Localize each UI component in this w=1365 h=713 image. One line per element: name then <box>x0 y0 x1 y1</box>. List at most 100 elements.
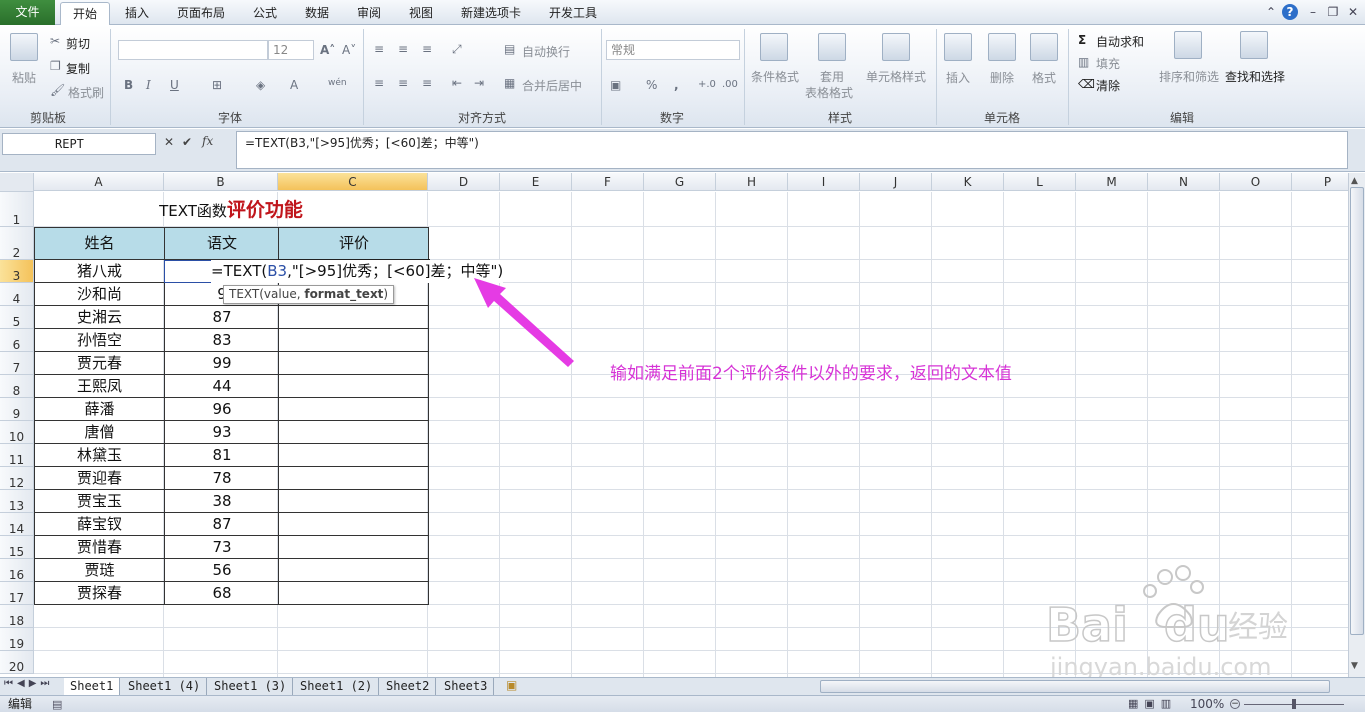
decrease-decimal-icon[interactable]: .00 <box>722 77 738 93</box>
format-painter-button[interactable]: 格式刷 <box>68 84 104 101</box>
currency-icon[interactable]: ▣ <box>610 77 621 93</box>
paste-icon[interactable] <box>10 33 38 61</box>
row-header[interactable]: 13 <box>0 490 34 513</box>
table-cell[interactable] <box>279 513 429 536</box>
formula-input[interactable]: =TEXT(B3,"[>95]优秀；[<60]差；中等") <box>236 131 1348 169</box>
shrink-font-icon[interactable]: A˅ <box>342 42 356 58</box>
column-header[interactable]: J <box>860 173 932 191</box>
sheet-title[interactable]: TEXT函数评价功能 <box>34 192 428 227</box>
find-select-icon[interactable] <box>1240 31 1268 59</box>
align-center-icon[interactable]: ≡ <box>398 75 408 91</box>
sheet-nav-icons[interactable]: ⏮◀▶⏭ <box>4 678 53 689</box>
sort-filter-button[interactable]: 排序和筛选 <box>1159 68 1219 85</box>
increase-indent-icon[interactable]: ⇥ <box>474 75 484 91</box>
column-header[interactable]: C <box>278 173 428 191</box>
collapse-ribbon-icon[interactable]: ⌃ <box>1262 4 1280 20</box>
column-header[interactable]: E <box>500 173 572 191</box>
column-header[interactable]: N <box>1148 173 1220 191</box>
sheet-tab[interactable]: Sheet1 (3) <box>208 678 294 695</box>
paste-button[interactable]: 粘贴 <box>12 69 36 86</box>
delete-cells-button[interactable]: 删除 <box>990 69 1014 86</box>
column-header[interactable]: L <box>1004 173 1076 191</box>
cell-styles-button[interactable]: 单元格样式 <box>866 68 926 85</box>
row-header[interactable]: 12 <box>0 467 34 490</box>
column-header[interactable]: B <box>164 173 278 191</box>
phonetic-icon[interactable]: wén <box>328 75 347 91</box>
comma-button[interactable]: , <box>674 77 679 93</box>
tab-home[interactable]: 开始 <box>60 2 110 26</box>
confirm-entry-icon[interactable]: ✔ <box>182 135 192 149</box>
horizontal-scrollbar[interactable] <box>820 680 1330 693</box>
tab-file[interactable]: 文件 <box>0 0 55 25</box>
format-table-button-line2[interactable]: 表格格式 <box>805 84 853 101</box>
insert-cells-icon[interactable] <box>944 33 972 61</box>
column-header[interactable]: O <box>1220 173 1292 191</box>
table-cell[interactable] <box>279 559 429 582</box>
table-cell[interactable] <box>279 490 429 513</box>
view-mode-icons[interactable]: ▦▣▥ <box>1128 696 1177 712</box>
sheet-tab[interactable]: Sheet1 <box>64 678 121 695</box>
minimize-icon[interactable]: – <box>1304 4 1322 20</box>
tab-view[interactable]: 视图 <box>400 2 442 25</box>
table-cell[interactable] <box>279 536 429 559</box>
table-cell[interactable] <box>279 306 429 329</box>
format-cells-button[interactable]: 格式 <box>1032 69 1056 86</box>
table-cell[interactable] <box>279 421 429 444</box>
tab-developer[interactable]: 开发工具 <box>540 2 606 25</box>
align-right-icon[interactable]: ≡ <box>422 75 432 91</box>
autosum-button[interactable]: 自动求和 <box>1096 33 1144 50</box>
zoom-slider-handle[interactable] <box>1292 699 1296 709</box>
number-format-select[interactable]: 常规 <box>606 40 740 60</box>
align-middle-icon[interactable]: ≡ <box>398 41 408 57</box>
table-cell[interactable] <box>279 375 429 398</box>
align-bottom-icon[interactable]: ≡ <box>422 41 432 57</box>
border-icon[interactable]: ⊞ <box>212 77 222 93</box>
row-header[interactable]: 17 <box>0 582 34 605</box>
row-header[interactable]: 7 <box>0 352 34 375</box>
table-cell[interactable] <box>279 467 429 490</box>
tab-formulas[interactable]: 公式 <box>244 2 286 25</box>
zoom-level[interactable]: 100% <box>1190 696 1224 712</box>
row-header[interactable]: 20 <box>0 651 34 674</box>
tab-data[interactable]: 数据 <box>296 2 338 25</box>
row-header[interactable]: 18 <box>0 605 34 628</box>
table-cell[interactable] <box>279 398 429 421</box>
row-header[interactable]: 19 <box>0 628 34 651</box>
row-header[interactable]: 3 <box>0 260 34 283</box>
sheet-tab[interactable]: Sheet1 (2) <box>294 678 380 695</box>
vertical-scrollbar[interactable]: ▲ ▼ <box>1348 173 1365 677</box>
fill-color-icon[interactable]: ◈ <box>256 77 265 93</box>
tab-insert[interactable]: 插入 <box>114 2 160 25</box>
zoom-out-icon[interactable]: − <box>1230 699 1240 709</box>
cancel-entry-icon[interactable]: ✕ <box>164 135 174 149</box>
insert-cells-button[interactable]: 插入 <box>946 69 970 86</box>
fill-button[interactable]: 填充 <box>1096 55 1120 72</box>
font-size-select[interactable]: 12 <box>268 40 314 60</box>
help-icon[interactable]: ? <box>1282 4 1298 20</box>
align-top-icon[interactable]: ≡ <box>374 41 384 57</box>
increase-decimal-icon[interactable]: +.0 <box>698 77 716 93</box>
merge-center-button[interactable]: 合并后居中 <box>522 77 582 94</box>
tab-review[interactable]: 审阅 <box>348 2 390 25</box>
font-name-select[interactable] <box>118 40 268 60</box>
format-cells-icon[interactable] <box>1030 33 1058 61</box>
sheet-tab[interactable]: Sheet2 <box>380 678 437 695</box>
column-header[interactable]: F <box>572 173 644 191</box>
row-header[interactable]: 11 <box>0 444 34 467</box>
table-cell[interactable] <box>279 352 429 375</box>
row-header[interactable]: 5 <box>0 306 34 329</box>
bold-button[interactable]: B <box>124 77 133 93</box>
column-header[interactable]: K <box>932 173 1004 191</box>
table-cell[interactable] <box>279 444 429 467</box>
sheet-tab[interactable]: Sheet3 <box>438 678 495 695</box>
conditional-format-button[interactable]: 条件格式 <box>751 68 799 85</box>
scrollbar-thumb[interactable] <box>1350 187 1364 635</box>
format-table-icon[interactable] <box>818 33 846 61</box>
macro-record-icon[interactable]: ▤ <box>52 697 62 713</box>
tab-new[interactable]: 新建选项卡 <box>452 2 530 25</box>
orientation-icon[interactable]: ⤢ <box>452 41 462 57</box>
row-header[interactable]: 4 <box>0 283 34 306</box>
align-left-icon[interactable]: ≡ <box>374 75 384 91</box>
column-header[interactable]: D <box>428 173 500 191</box>
row-header[interactable]: 14 <box>0 513 34 536</box>
